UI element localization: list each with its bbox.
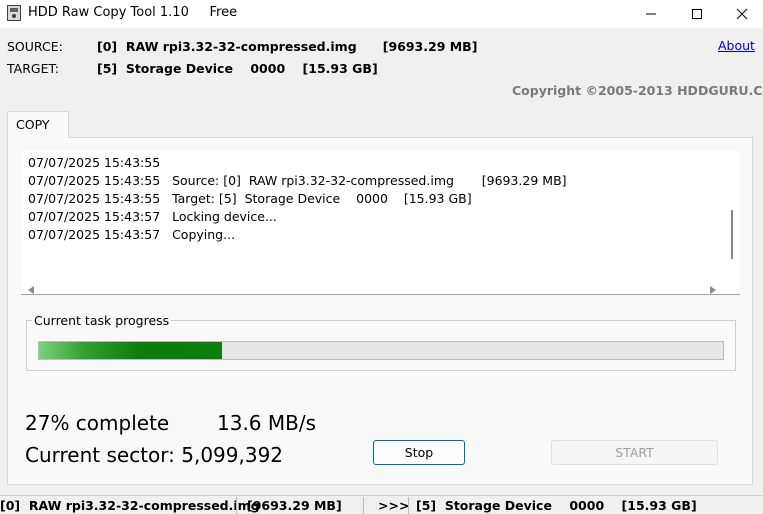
log-line: 07/07/2025 15:43:57 Locking device...	[28, 209, 277, 224]
status-source: [0] RAW rpi3.32-32-compressed.img	[0, 498, 260, 513]
progress-group-label: Current task progress	[32, 313, 172, 328]
current-sector: Current sector: 5,099,392	[25, 443, 284, 467]
status-divider	[236, 497, 237, 514]
source-label: SOURCE:	[7, 39, 63, 54]
app-icon	[7, 5, 21, 21]
tab-copy[interactable]: COPY	[7, 111, 69, 138]
status-source-size: [9693.29 MB]	[247, 498, 342, 513]
maximize-icon	[692, 9, 702, 19]
progress-fill	[39, 342, 222, 359]
log-lines: 07/07/2025 15:43:55 07/07/2025 15:43:55 …	[28, 154, 567, 244]
start-button[interactable]: START	[551, 440, 718, 465]
close-button[interactable]	[719, 0, 763, 28]
log-line: 07/07/2025 15:43:57 Copying...	[28, 227, 236, 242]
status-divider	[408, 497, 409, 514]
about-link[interactable]: About	[718, 38, 755, 53]
scroll-left-icon[interactable]	[27, 280, 35, 299]
status-arrow: >>>	[378, 498, 410, 513]
minimize-button[interactable]	[628, 0, 674, 28]
window-title: HDD Raw Copy Tool 1.10 Free	[28, 5, 238, 20]
close-icon	[736, 8, 748, 20]
log-line: 07/07/2025 15:43:55 Target: [5] Storage …	[28, 191, 472, 206]
transfer-speed: 13.6 MB/s	[217, 411, 317, 435]
percent-complete: 27% complete	[25, 411, 170, 435]
scroll-right-icon[interactable]	[709, 280, 717, 299]
stop-button[interactable]: Stop	[373, 440, 465, 465]
maximize-button[interactable]	[674, 0, 720, 28]
log-vertical-scrollbar[interactable]	[731, 210, 733, 259]
status-target: [5] Storage Device 0000 [15.93 GB]	[416, 498, 697, 513]
target-value: [5] Storage Device 0000 [15.93 GB]	[97, 61, 378, 76]
log-line: 07/07/2025 15:43:55	[28, 155, 161, 170]
progress-bar	[38, 341, 724, 360]
copyright-text: Copyright ©2005-2013 HDDGURU.COM	[512, 83, 763, 98]
log-line: 07/07/2025 15:43:55 Source: [0] RAW rpi3…	[28, 173, 567, 188]
minimize-icon	[646, 13, 656, 15]
target-label: TARGET:	[7, 61, 59, 76]
source-value: [0] RAW rpi3.32-32-compressed.img [9693.…	[97, 39, 478, 54]
status-divider	[363, 497, 364, 514]
